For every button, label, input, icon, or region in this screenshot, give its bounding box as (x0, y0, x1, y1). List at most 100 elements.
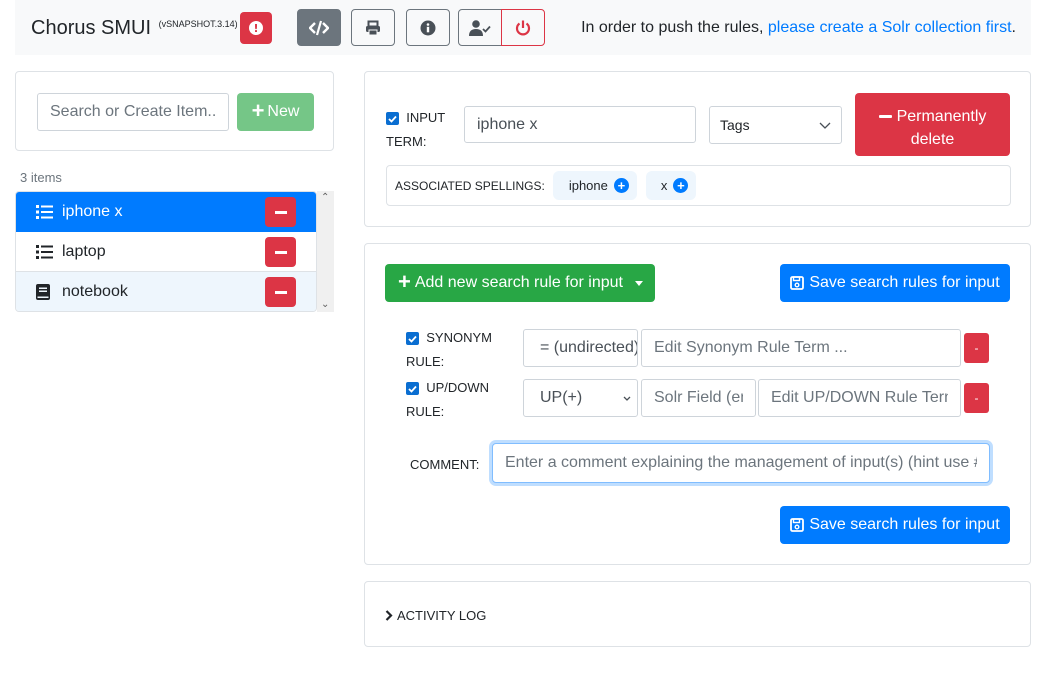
comment-label: COMMENT: (410, 457, 480, 472)
push-message-text: In order to push the rules, (581, 19, 768, 36)
updown-type-value: UP(+) (540, 389, 583, 406)
caret-down-icon (634, 280, 643, 286)
minus-icon (274, 210, 287, 214)
info-circle-icon (420, 20, 436, 35)
search-input-list: iphone x laptop notebook (15, 191, 317, 312)
list-scrollbar[interactable]: ⌃ ⌄ (317, 191, 334, 312)
plus-icon: + (398, 269, 411, 294)
permanently-delete-button[interactable]: Permanently delete (855, 93, 1010, 156)
delete-item-button[interactable] (265, 237, 296, 267)
synonym-term-input[interactable] (641, 329, 961, 367)
top-navbar: Chorus SMUI (vSNAPSHOT.3.14) ! In order … (15, 0, 1031, 55)
rule-label-line1: SYNONYM (426, 330, 492, 345)
input-term-field[interactable] (464, 106, 696, 143)
synonym-type-select[interactable]: = (undirected) (523, 329, 638, 367)
code-button[interactable] (297, 9, 341, 46)
list-item[interactable]: notebook (16, 272, 316, 311)
scroll-down-arrow-icon[interactable]: ⌄ (321, 299, 329, 310)
list-item-label: notebook (62, 283, 128, 300)
plus-circle-icon[interactable]: + (673, 178, 689, 193)
list-item-label: laptop (62, 242, 106, 260)
delete-updown-rule-button[interactable]: - (964, 383, 989, 413)
minus-icon (274, 290, 287, 294)
input-term-checkbox[interactable] (386, 112, 399, 126)
checkmark-icon (408, 385, 417, 393)
synonym-type-value: = (undirected) (540, 339, 638, 356)
search-or-create-input[interactable] (37, 93, 229, 131)
rule-label-line1: UP/DOWN (426, 380, 490, 395)
alert-button[interactable]: ! (240, 12, 272, 44)
logout-button[interactable] (501, 9, 545, 46)
search-rules-card: + Add new search rule for input Save sea… (364, 243, 1031, 565)
save-button-label: Save search rules for input (809, 274, 1000, 291)
activity-log-card: ACTIVITY LOG (364, 581, 1031, 647)
checkmark-icon (408, 335, 417, 343)
power-off-icon (515, 20, 531, 35)
checkmark-icon (388, 115, 397, 123)
new-item-button[interactable]: + New (237, 93, 314, 131)
synonym-rule-label: SYNONYM RULE: (406, 326, 506, 374)
comment-input[interactable] (492, 443, 990, 483)
solr-field-input[interactable] (641, 379, 756, 417)
synonym-rule-checkbox[interactable] (406, 332, 419, 346)
print-icon (366, 20, 380, 35)
list-item-label: iphone x (62, 202, 123, 220)
plus-circle-icon[interactable]: + (613, 178, 629, 193)
exclamation-circle-icon: ! (249, 21, 263, 35)
rule-label-line2: RULE: (406, 354, 445, 369)
code-icon (309, 20, 329, 35)
chevron-down-icon (819, 122, 831, 129)
tags-placeholder: Tags (720, 117, 750, 133)
create-solr-collection-link[interactable]: please create a Solr collection first (768, 19, 1012, 36)
new-button-label: New (267, 103, 300, 120)
app-brand: Chorus SMUI (vSNAPSHOT.3.14) (31, 17, 238, 40)
updown-term-input[interactable] (758, 379, 961, 417)
app-title: Chorus SMUI (31, 17, 152, 39)
activity-log-toggle[interactable]: ACTIVITY LOG (385, 608, 486, 623)
scroll-up-arrow-icon[interactable]: ⌃ (321, 192, 329, 203)
list-icon (36, 244, 54, 259)
print-button[interactable] (351, 9, 395, 46)
user-check-icon (469, 19, 491, 36)
list-item[interactable]: laptop (16, 232, 316, 272)
chevron-right-icon (385, 610, 393, 621)
minus-icon (274, 250, 287, 254)
input-term-card: INPUT TERM: Tags Permanently delete ASSO… (364, 71, 1031, 227)
user-check-button[interactable] (458, 9, 502, 46)
spelling-chip[interactable]: x + (645, 171, 697, 200)
rule-label-line2: RULE: (406, 404, 445, 419)
save-search-rules-button[interactable]: Save search rules for input (780, 264, 1010, 302)
spelling-chip[interactable]: iphone + (552, 171, 637, 200)
add-search-rule-button[interactable]: + Add new search rule for input (385, 264, 655, 302)
input-term-label-line2: TERM: (386, 134, 427, 149)
book-icon (36, 284, 54, 300)
updown-rule-checkbox[interactable] (406, 382, 419, 396)
tags-select[interactable]: Tags (709, 106, 842, 144)
info-button[interactable] (406, 9, 450, 46)
updown-type-select[interactable]: UP(+) (523, 379, 638, 417)
activity-log-label: ACTIVITY LOG (397, 608, 487, 623)
minus-icon (878, 115, 892, 119)
list-item[interactable]: iphone x (16, 192, 316, 232)
input-term-label-line1: INPUT (406, 110, 446, 125)
chevron-down-icon (623, 396, 631, 401)
list-icon (36, 204, 54, 219)
associated-spellings: ASSOCIATED SPELLINGS: iphone + x + (386, 165, 1011, 206)
associated-spellings-label: ASSOCIATED SPELLINGS: (395, 178, 545, 193)
user-button-group (458, 9, 545, 46)
delete-item-button[interactable] (265, 277, 296, 307)
spelling-chip-label: x (660, 178, 668, 193)
updown-rule-label: UP/DOWN RULE: (406, 376, 506, 424)
delete-synonym-rule-button[interactable]: - (964, 333, 989, 363)
plus-icon: + (251, 98, 265, 123)
add-rule-label: Add new search rule for input (414, 274, 623, 291)
push-rules-message: In order to push the rules, please creat… (581, 19, 1016, 37)
save-search-rules-button-bottom[interactable]: Save search rules for input (780, 506, 1010, 544)
delete-item-button[interactable] (265, 197, 296, 227)
save-icon (790, 276, 805, 290)
save-icon (790, 518, 805, 532)
app-version: (vSNAPSHOT.3.14) (158, 19, 238, 29)
push-message-suffix: . (1011, 19, 1016, 36)
permanently-delete-label: Permanently delete (896, 108, 987, 148)
item-count: 3 items (20, 170, 62, 185)
